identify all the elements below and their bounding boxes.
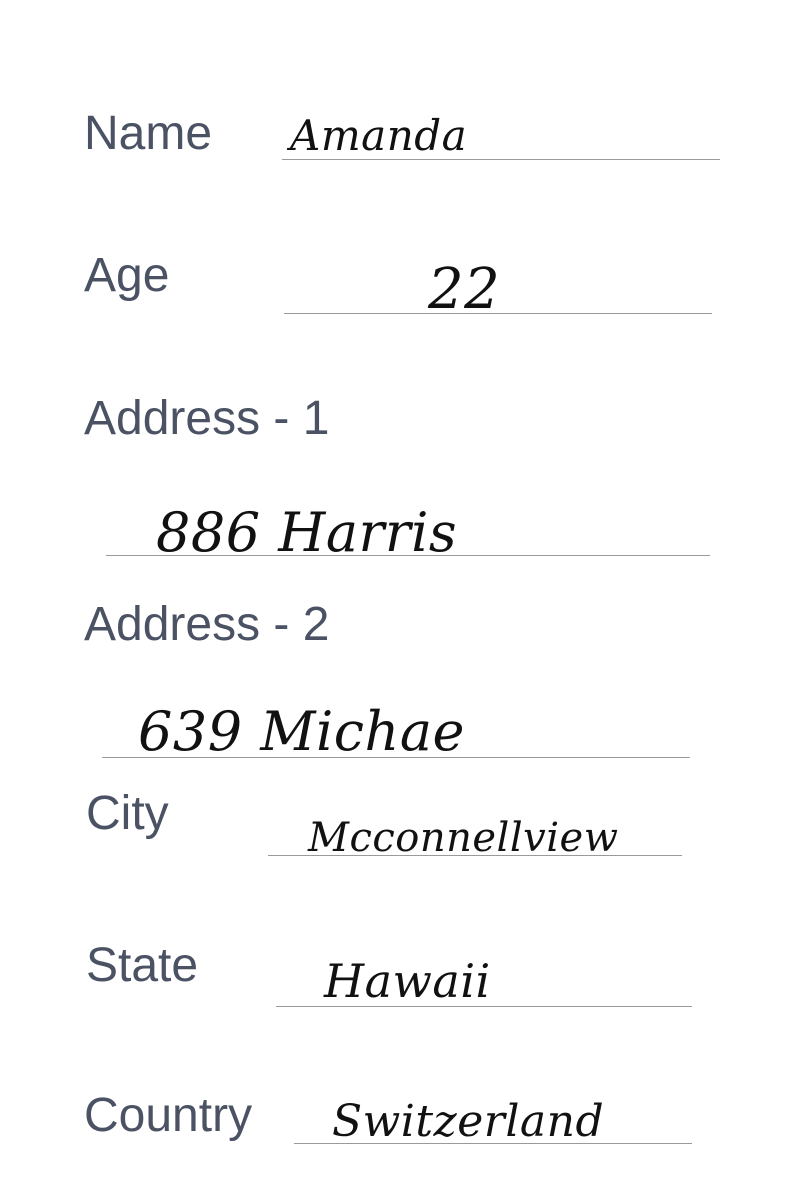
state-label: State: [86, 939, 199, 992]
city-value: Mcconnellview: [308, 815, 619, 861]
address-1-value: 886 Harris: [156, 501, 458, 564]
address-1-label: Address - 1: [84, 392, 330, 445]
city-label: City: [86, 787, 169, 840]
state-value: Hawaii: [324, 954, 491, 1008]
name-value: Amanda: [290, 111, 468, 160]
address-2-label: Address - 2: [84, 598, 330, 651]
address-2-value: 639 Michae: [138, 700, 465, 763]
country-value: Switzerland: [332, 1096, 605, 1147]
age-value: 22: [428, 257, 501, 322]
name-label: Name: [84, 107, 213, 160]
age-label: Age: [84, 249, 170, 302]
country-label: Country: [84, 1089, 253, 1142]
